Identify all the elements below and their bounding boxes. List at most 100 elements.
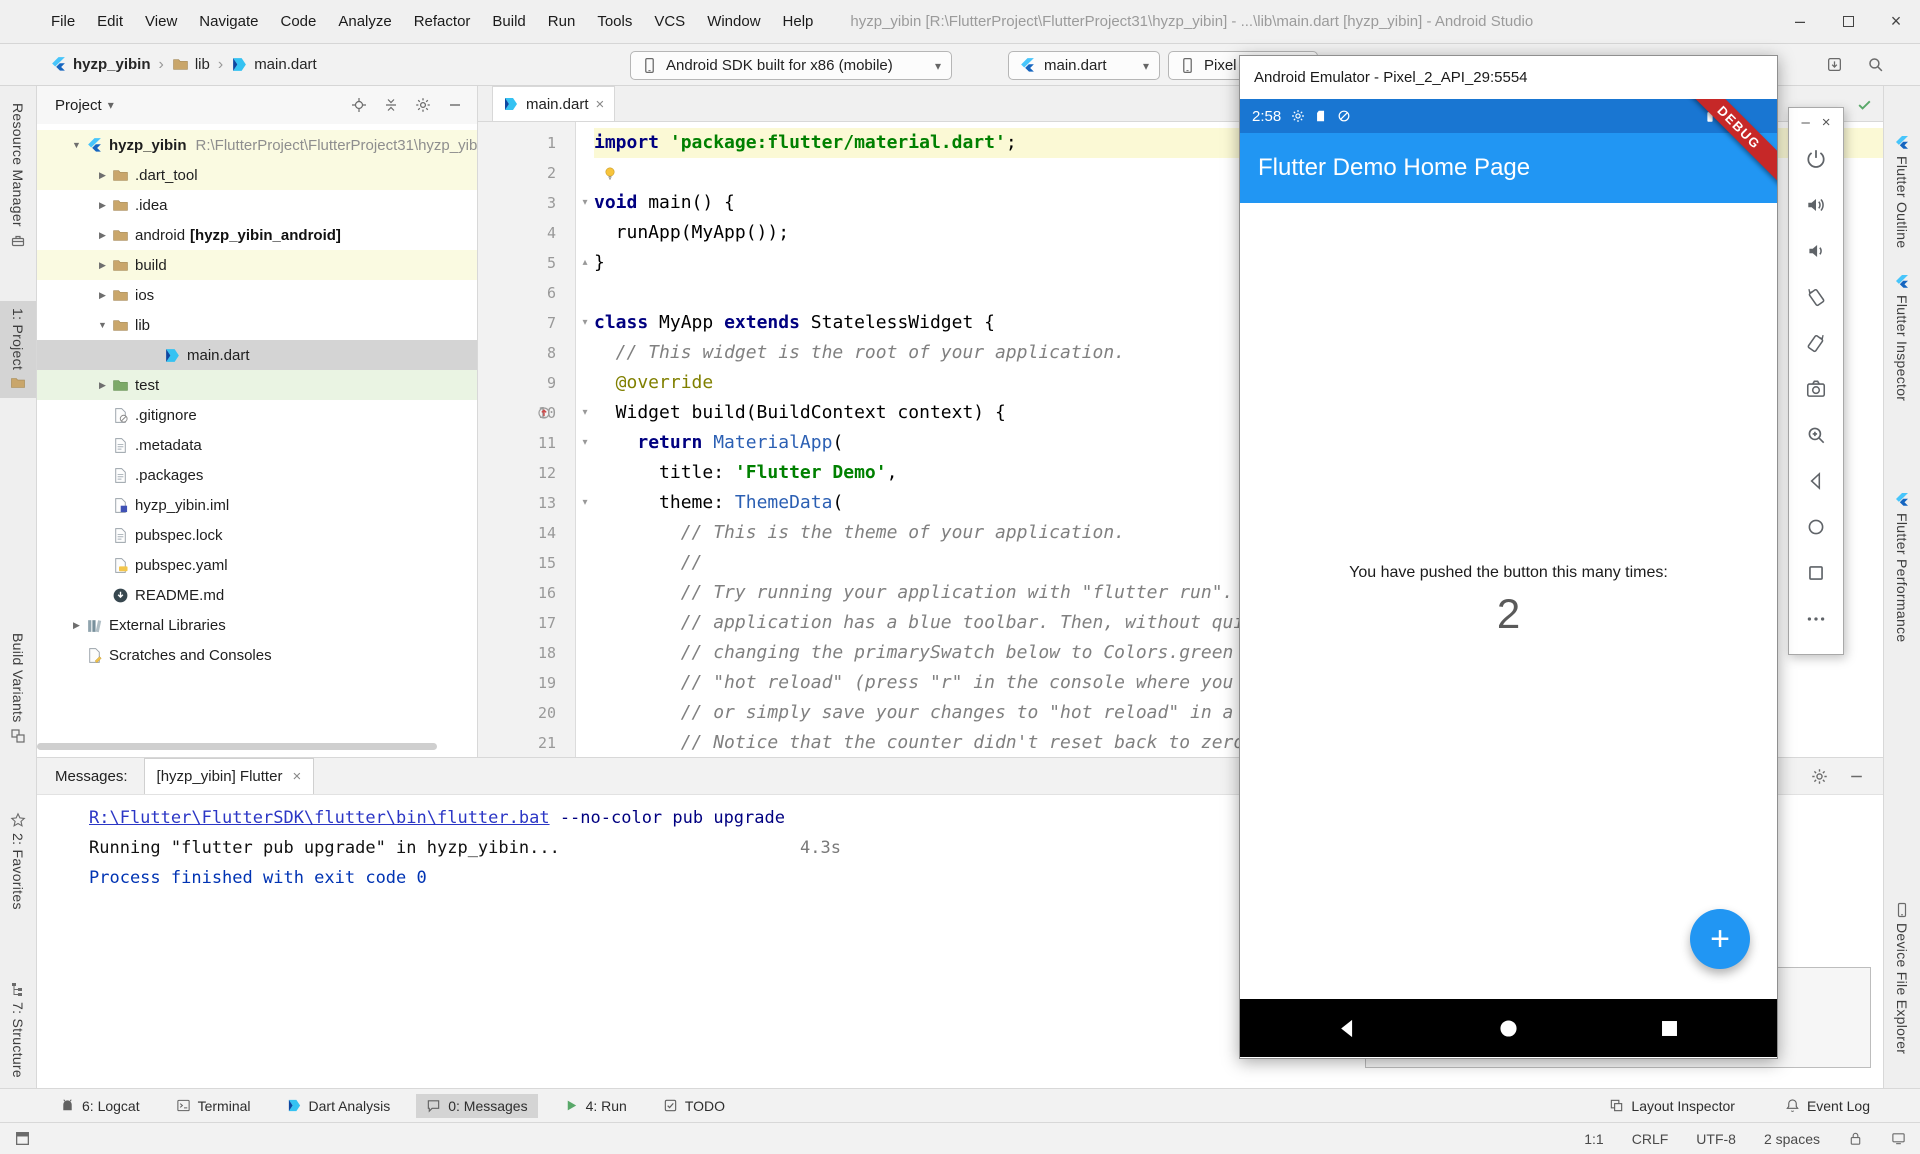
tree-item-pubspec-lock[interactable]: pubspec.lock	[37, 520, 477, 550]
expand-arrow-icon[interactable]: ▶	[93, 200, 112, 211]
menu-window[interactable]: Window	[696, 0, 771, 43]
expand-arrow-icon[interactable]: ▶	[93, 260, 112, 271]
tool-window-event-log[interactable]: Event Log	[1775, 1094, 1880, 1118]
hide-panel-button[interactable]	[1848, 768, 1865, 785]
tab-main-dart[interactable]: main.dart ×	[492, 86, 615, 121]
tool-window-0-messages[interactable]: 0: Messages	[416, 1094, 537, 1118]
emulator-volume-down-button[interactable]	[1796, 228, 1836, 274]
menu-file[interactable]: File	[40, 0, 86, 43]
nav-back-button[interactable]	[1336, 1017, 1359, 1040]
nav-home-button[interactable]	[1497, 1017, 1520, 1040]
fab-increment-button[interactable]: +	[1690, 909, 1750, 969]
tree-item--idea[interactable]: ▶.idea	[37, 190, 477, 220]
emulator-rotate-left-button[interactable]	[1796, 274, 1836, 320]
menu-view[interactable]: View	[134, 0, 188, 43]
breadcrumb-item-hyzp-yibin[interactable]: hyzp_yibin	[50, 56, 151, 73]
minus-button[interactable]	[447, 97, 463, 113]
expand-arrow-icon[interactable]: ▶	[93, 290, 112, 301]
expand-arrow-icon[interactable]: ▶	[93, 170, 112, 181]
tool-window-terminal[interactable]: Terminal	[166, 1094, 261, 1118]
fold-marker-icon[interactable]: ▾	[576, 488, 594, 518]
horizontal-scrollbar[interactable]	[37, 743, 437, 750]
file-encoding[interactable]: UTF-8	[1696, 1131, 1736, 1147]
close-tab-icon[interactable]: ×	[596, 96, 605, 113]
minimize-button[interactable]: –	[1801, 114, 1809, 131]
tool-button-project[interactable]: 1: Project	[0, 301, 36, 398]
emulator-home-button[interactable]	[1796, 504, 1836, 550]
tree-item-android[interactable]: ▶android[hyzp_yibin_android]	[37, 220, 477, 250]
device-selector[interactable]: Android SDK built for x86 (mobile) ▾	[630, 51, 952, 80]
emulator-title-bar[interactable]: Android Emulator - Pixel_2_API_29:5554	[1240, 56, 1777, 99]
minimize-button[interactable]: –	[1776, 0, 1824, 43]
inspections-status-icon[interactable]	[1856, 96, 1872, 112]
settings-button[interactable]	[1811, 768, 1828, 785]
close-button[interactable]: ×	[1872, 0, 1920, 43]
fold-marker-icon[interactable]: ▾	[576, 188, 594, 218]
tool-window-switcher-icon[interactable]	[14, 1130, 31, 1147]
breadcrumb-item-lib[interactable]: lib	[172, 56, 210, 73]
tree-item-scratches-and-consoles[interactable]: Scratches and Consoles	[37, 640, 477, 670]
flutter-bat-link[interactable]: R:\Flutter\FlutterSDK\flutter\bin\flutte…	[89, 808, 550, 828]
locate-button[interactable]	[351, 97, 367, 113]
tree-item-readme-md[interactable]: README.md	[37, 580, 477, 610]
project-view-label[interactable]: Project	[55, 97, 102, 114]
tool-button-resource-manager[interactable]: Resource Manager	[0, 96, 36, 255]
menu-vcs[interactable]: VCS	[643, 0, 696, 43]
tree-item-hyzp-yibin[interactable]: ▼hyzp_yibinR:\FlutterProject\FlutterProj…	[37, 130, 477, 160]
search-button[interactable]	[1867, 56, 1884, 73]
messages-tab-flutter[interactable]: [hyzp_yibin] Flutter ×	[144, 758, 315, 794]
fold-marker-icon[interactable]: ▾	[576, 308, 594, 338]
tool-window-layout-inspector[interactable]: Layout Inspector	[1599, 1094, 1745, 1118]
tree-item--gitignore[interactable]: .gitignore	[37, 400, 477, 430]
override-icon[interactable]	[536, 405, 552, 421]
tree-item-hyzp-yibin-iml[interactable]: hyzp_yibin.iml	[37, 490, 477, 520]
tree-item-test[interactable]: ▶test	[37, 370, 477, 400]
tree-item-pubspec-yaml[interactable]: pubspec.yaml	[37, 550, 477, 580]
expand-arrow-icon[interactable]: ▶	[93, 380, 112, 391]
gear-button[interactable]	[415, 97, 431, 113]
nav-overview-button[interactable]	[1658, 1017, 1681, 1040]
tool-button-flutter-outline[interactable]: Flutter Outline	[1884, 128, 1920, 255]
tree-item--metadata[interactable]: .metadata	[37, 430, 477, 460]
emulator-zoom-button[interactable]	[1796, 412, 1836, 458]
menu-run[interactable]: Run	[537, 0, 587, 43]
tree-item-ios[interactable]: ▶ios	[37, 280, 477, 310]
tree-item--packages[interactable]: .packages	[37, 460, 477, 490]
collapse-arrow-icon[interactable]: ▼	[93, 320, 112, 330]
breadcrumb-item-main-dart[interactable]: main.dart	[231, 56, 317, 73]
tool-button-flutter-performance[interactable]: Flutter Performance	[1884, 485, 1920, 649]
fold-marker-icon[interactable]: ▾	[576, 398, 594, 428]
tool-button-device-file-explorer[interactable]: Device File Explorer	[1884, 895, 1920, 1061]
run-config-selector[interactable]: main.dart ▾	[1008, 51, 1160, 80]
indent-style[interactable]: 2 spaces	[1764, 1131, 1820, 1147]
menu-navigate[interactable]: Navigate	[188, 0, 269, 43]
monitor-button[interactable]	[1891, 1131, 1906, 1146]
tree-item-lib[interactable]: ▼lib	[37, 310, 477, 340]
menu-tools[interactable]: Tools	[586, 0, 643, 43]
menu-build[interactable]: Build	[481, 0, 536, 43]
tool-button-build-variants[interactable]: Build Variants	[0, 626, 36, 751]
collapse-arrow-icon[interactable]: ▼	[67, 140, 86, 150]
close-button[interactable]: ×	[1822, 114, 1831, 131]
tool-button-flutter-inspector[interactable]: Flutter Inspector	[1884, 267, 1920, 408]
menu-help[interactable]: Help	[772, 0, 825, 43]
collapse-button[interactable]	[383, 97, 399, 113]
menu-refactor[interactable]: Refactor	[403, 0, 482, 43]
tree-item-main-dart[interactable]: main.dart	[37, 340, 477, 370]
fold-marker-icon[interactable]: ▴	[576, 248, 594, 278]
fold-marker-icon[interactable]: ▾	[576, 428, 594, 458]
expand-arrow-icon[interactable]: ▶	[67, 620, 86, 631]
tool-window-dart-analysis[interactable]: Dart Analysis	[277, 1094, 401, 1118]
chevron-down-icon[interactable]: ▾	[108, 98, 114, 112]
tool-button-favorites[interactable]: 2: Favorites	[0, 805, 36, 917]
tree-item--dart-tool[interactable]: ▶.dart_tool	[37, 160, 477, 190]
emulator-screen[interactable]: 2:58 Flutter Demo Home Page You have pus…	[1240, 99, 1777, 1057]
emulator-rotate-right-button[interactable]	[1796, 320, 1836, 366]
caret-position[interactable]: 1:1	[1584, 1131, 1603, 1147]
emulator-camera-button[interactable]	[1796, 366, 1836, 412]
tool-window-4-run[interactable]: 4: Run	[554, 1094, 637, 1118]
lock-button[interactable]	[1848, 1131, 1863, 1146]
menu-analyze[interactable]: Analyze	[327, 0, 402, 43]
tree-item-external-libraries[interactable]: ▶External Libraries	[37, 610, 477, 640]
close-tab-icon[interactable]: ×	[292, 768, 301, 785]
